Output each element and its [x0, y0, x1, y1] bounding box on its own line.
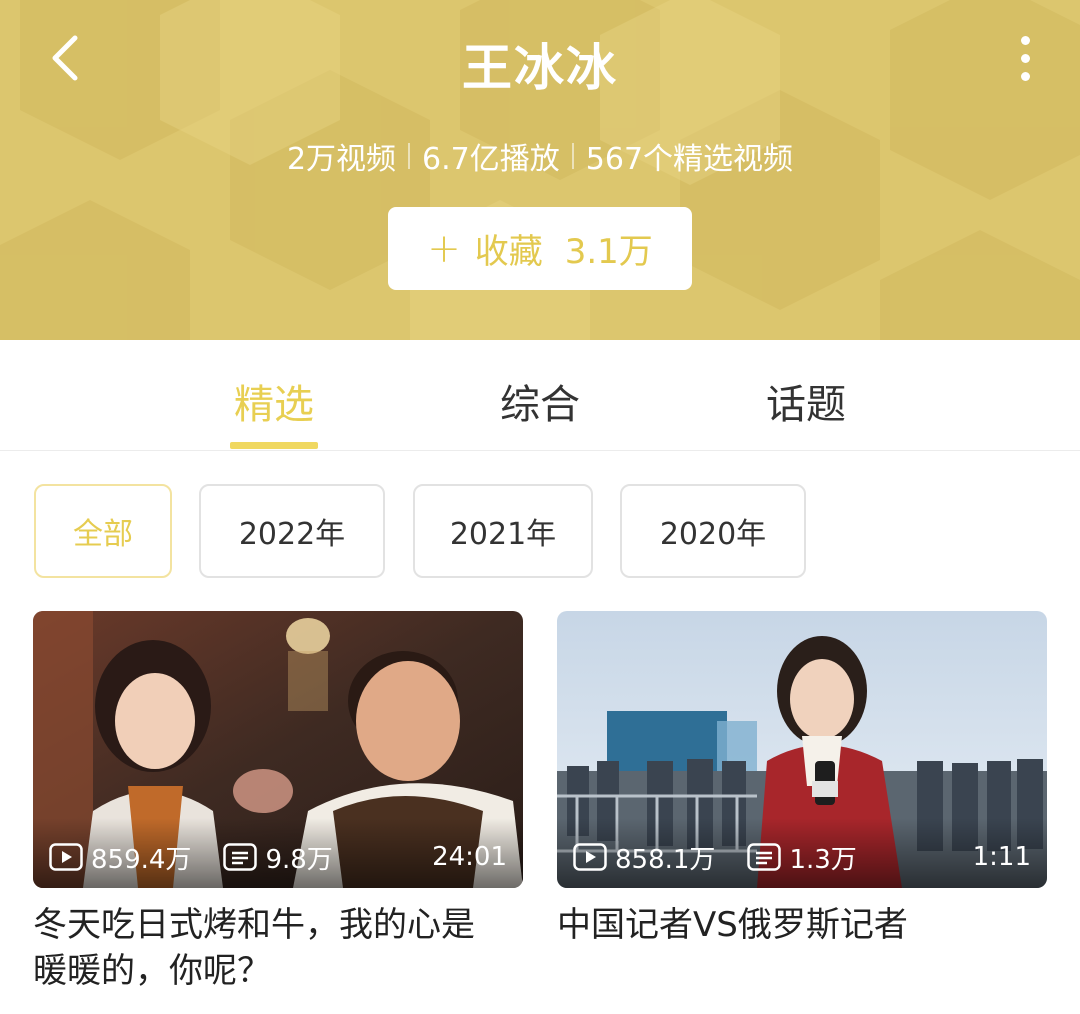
- favorite-count: 3.1万: [564, 232, 653, 272]
- danmaku-icon: [223, 843, 258, 871]
- video-title[interactable]: 冬天吃日式烤和牛，我的心是 暖暖的，你呢？: [33, 902, 523, 994]
- filter-2020[interactable]: 2020年: [620, 484, 806, 578]
- stat-videos: 2万视频: [286, 142, 397, 177]
- stat-divider: [408, 143, 411, 169]
- play-icon: [49, 843, 83, 871]
- video-card[interactable]: 858.1万 1.3万 1:11 中国记者VS俄罗斯记者: [557, 611, 1047, 948]
- favorite-button[interactable]: + 收藏 3.1万: [388, 207, 692, 290]
- more-dot: [1020, 53, 1030, 63]
- page-title: 王冰冰: [462, 39, 618, 97]
- video-title-line: 暖暖的，你呢？: [33, 951, 271, 991]
- channel-header: 王冰冰 2万视频 6.7亿播放 567个精选视频 + 收藏 3.1万: [0, 0, 1080, 340]
- stat-selected: 567个精选视频: [585, 142, 794, 177]
- video-thumbnail[interactable]: 859.4万 9.8万 24:01: [33, 611, 523, 888]
- stat-plays: 6.7亿播放: [422, 142, 560, 177]
- danmaku-icon: [747, 843, 782, 871]
- video-meta: 858.1万 1.3万 1:11: [573, 839, 1031, 876]
- video-meta: 859.4万 9.8万 24:01: [49, 839, 507, 876]
- favorite-label: 收藏: [474, 232, 543, 272]
- video-duration: 1:11: [972, 842, 1031, 872]
- video-card[interactable]: 859.4万 9.8万 24:01 冬天吃日式烤和牛，我的心是 暖暖的，你呢？: [33, 611, 523, 994]
- video-title-line: 中国记者VS俄罗斯记者: [557, 905, 908, 945]
- comment-count: 1.3万: [789, 844, 857, 875]
- filter-2022[interactable]: 2022年: [199, 484, 385, 578]
- comment-count-group: 1.3万: [747, 839, 857, 876]
- plus-icon: +: [427, 225, 461, 272]
- more-options-button[interactable]: [1010, 28, 1040, 88]
- video-duration: 24:01: [432, 842, 507, 872]
- more-vertical-icon: [1020, 35, 1030, 45]
- video-title[interactable]: 中国记者VS俄罗斯记者: [557, 902, 1047, 948]
- play-icon: [573, 843, 607, 871]
- play-count: 858.1万: [615, 844, 716, 875]
- stat-divider: [571, 143, 574, 169]
- play-count: 859.4万: [91, 844, 192, 875]
- filter-all[interactable]: 全部: [34, 484, 172, 578]
- more-dot: [1020, 71, 1030, 81]
- tab-bar: 精选 综合 话题: [0, 340, 1080, 451]
- comment-count: 9.8万: [265, 844, 333, 875]
- channel-stats: 2万视频 6.7亿播放 567个精选视频: [0, 134, 1080, 178]
- filter-2021[interactable]: 2021年: [413, 484, 593, 578]
- video-title-line: 冬天吃日式烤和牛，我的心是: [33, 905, 475, 945]
- tab-featured[interactable]: 精选: [230, 372, 318, 430]
- active-tab-indicator: [230, 442, 318, 449]
- video-thumbnail[interactable]: 858.1万 1.3万 1:11: [557, 611, 1047, 888]
- play-count-group: 859.4万: [49, 839, 191, 876]
- comment-count-group: 9.8万: [223, 839, 333, 876]
- tab-topics[interactable]: 话题: [762, 372, 850, 430]
- tab-overview[interactable]: 综合: [496, 372, 584, 430]
- play-count-group: 858.1万: [573, 839, 715, 876]
